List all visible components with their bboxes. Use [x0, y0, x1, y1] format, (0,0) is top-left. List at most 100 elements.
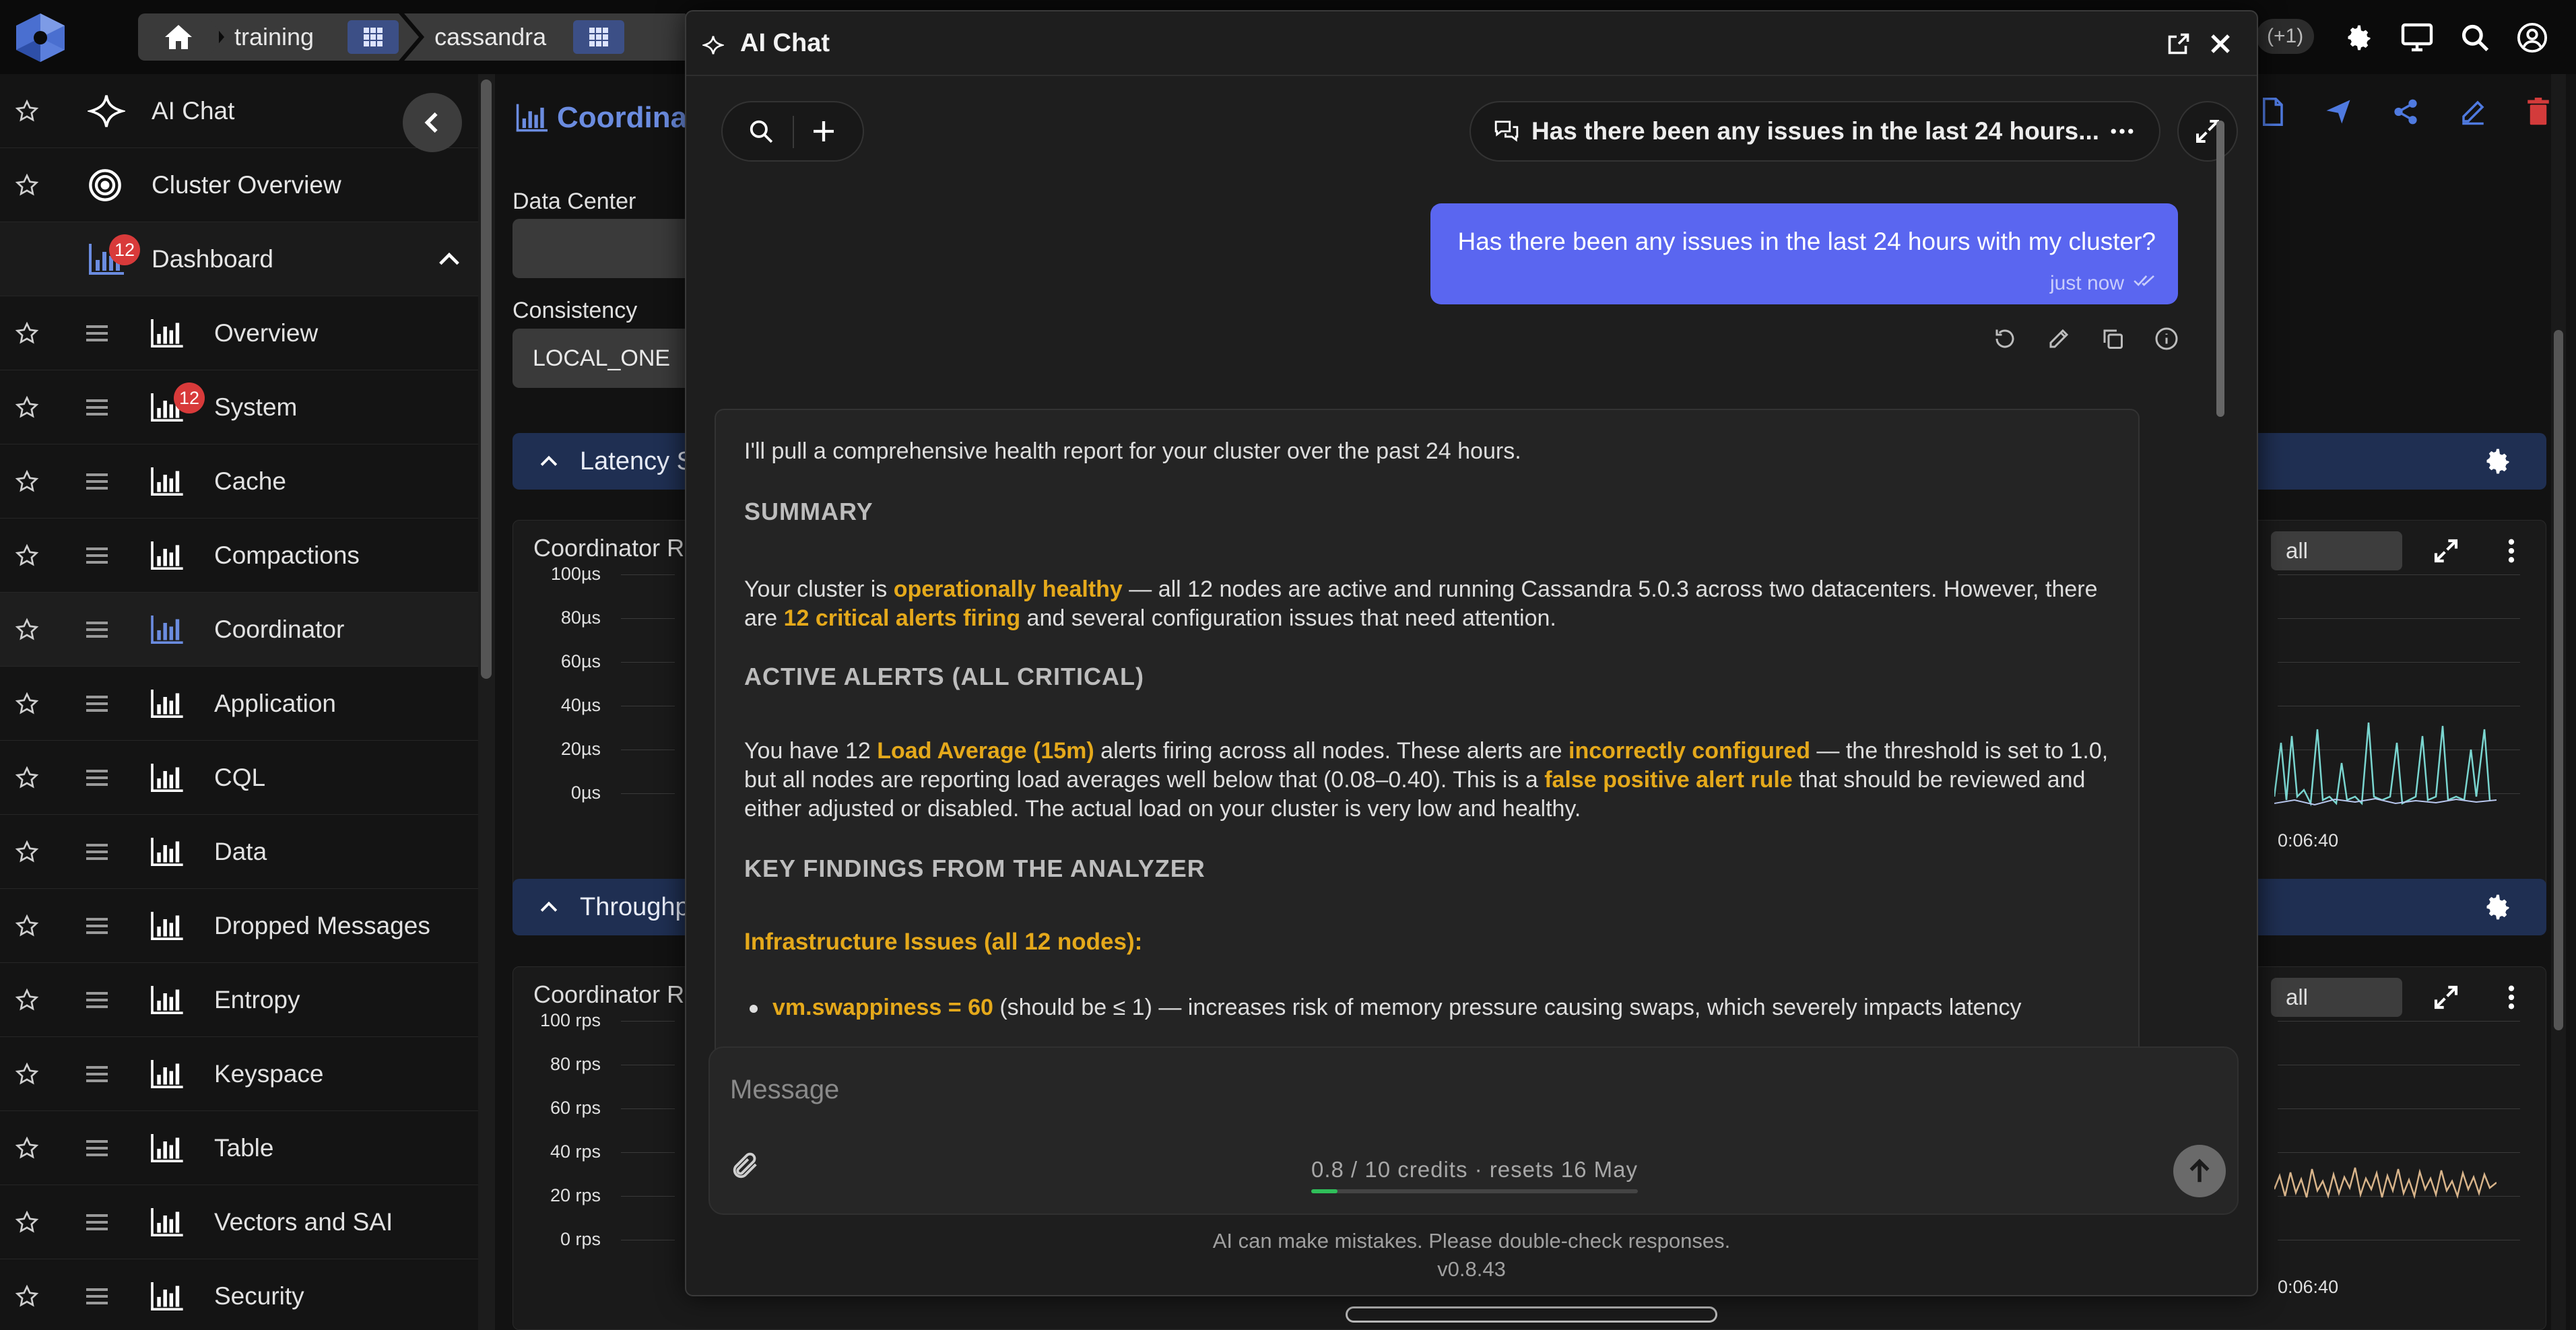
sidebar-item-overview[interactable]: Overview	[0, 296, 478, 370]
sidebar-scrollbar[interactable]	[478, 74, 495, 1330]
drag-handle-icon[interactable]	[86, 399, 108, 415]
grid-menu-button[interactable]	[348, 20, 399, 54]
star-icon[interactable]	[15, 469, 39, 494]
attach-paperclip-icon[interactable]	[730, 1150, 761, 1181]
sidebar-item-dropped-messages[interactable]: Dropped Messages	[0, 889, 478, 963]
pdf-icon[interactable]	[2259, 98, 2285, 126]
star-icon[interactable]	[15, 1062, 39, 1086]
star-icon[interactable]	[15, 395, 39, 420]
gridline	[621, 574, 675, 575]
star-icon[interactable]	[15, 543, 39, 568]
sidebar-item-application[interactable]: Application	[0, 667, 478, 741]
edit-icon[interactable]	[2047, 327, 2071, 351]
star-icon[interactable]	[15, 618, 39, 642]
drag-handle-icon[interactable]	[86, 473, 108, 490]
sidebar-item-table[interactable]: Table	[0, 1111, 478, 1185]
drag-handle-icon[interactable]	[86, 547, 108, 564]
collapse-sidebar-button[interactable]	[403, 93, 462, 152]
series-filter-select[interactable]: all	[2271, 531, 2402, 570]
star-icon[interactable]	[15, 1210, 39, 1234]
more-vertical-icon[interactable]	[2507, 984, 2516, 1011]
gear-icon[interactable]	[2483, 446, 2513, 476]
retry-icon[interactable]	[1993, 327, 2017, 351]
new-chat-plus-icon[interactable]	[810, 118, 837, 145]
star-icon[interactable]	[15, 1136, 39, 1160]
star-icon[interactable]	[15, 1284, 39, 1308]
search-icon[interactable]	[2460, 23, 2490, 53]
drag-handle-icon[interactable]	[86, 1065, 108, 1082]
sidebar-item-ai-chat[interactable]: AI Chat	[0, 74, 478, 152]
sidebar-item-cache[interactable]: Cache	[0, 444, 478, 519]
chevron-up-icon[interactable]	[438, 252, 461, 267]
star-icon[interactable]	[15, 766, 39, 790]
chat-scrollbar[interactable]	[2214, 112, 2227, 1034]
horizontal-scrollbar[interactable]	[1346, 1306, 1717, 1323]
send-icon[interactable]	[2324, 98, 2352, 126]
expand-chat-button[interactable]	[2177, 101, 2238, 162]
share-icon[interactable]	[2391, 98, 2420, 126]
message-input[interactable]	[730, 1069, 1942, 1110]
star-icon[interactable]	[15, 99, 39, 123]
reply-heading-findings: KEY FINDINGS FROM THE ANALYZER	[744, 855, 1206, 882]
more-horizontal-icon[interactable]	[2111, 128, 2134, 135]
scrollbar-thumb[interactable]	[481, 79, 492, 679]
fullscreen-icon[interactable]	[2433, 984, 2459, 1011]
sidebar-item-entropy[interactable]: Entropy	[0, 963, 478, 1037]
drag-handle-icon[interactable]	[86, 769, 108, 786]
app-logo-icon[interactable]	[13, 12, 67, 63]
series-filter-select[interactable]: all	[2271, 978, 2402, 1017]
sidebar-item-cql[interactable]: CQL	[0, 741, 478, 815]
star-icon[interactable]	[15, 988, 39, 1012]
monitor-icon[interactable]	[2401, 23, 2433, 53]
fullscreen-icon[interactable]	[2433, 537, 2459, 564]
more-vertical-icon[interactable]	[2507, 537, 2516, 564]
more-clusters-badge[interactable]: (+1)	[2256, 19, 2315, 54]
scrollbar-thumb[interactable]	[2216, 121, 2224, 417]
star-icon[interactable]	[15, 914, 39, 938]
sidebar-item-dashboard[interactable]: 12 Dashboard	[0, 222, 478, 296]
drag-handle-icon[interactable]	[86, 1213, 108, 1230]
sidebar-item-cluster-overview[interactable]: Cluster Overview	[0, 148, 478, 222]
star-icon[interactable]	[15, 321, 39, 345]
drag-handle-icon[interactable]	[86, 325, 108, 341]
star-icon[interactable]	[15, 840, 39, 864]
drag-handle-icon[interactable]	[86, 843, 108, 860]
drag-handle-icon[interactable]	[86, 695, 108, 712]
home-button[interactable]	[138, 13, 219, 61]
conversation-selector[interactable]: Has there been any issues in the last 24…	[1469, 101, 2160, 162]
sidebar-item-compactions[interactable]: Compactions	[0, 519, 478, 593]
reply-highlight: 12 critical alerts firing	[783, 605, 1021, 631]
sidebar-item-coordinator[interactable]: Coordinator	[0, 593, 478, 667]
sidebar-item-system[interactable]: 12 System	[0, 370, 478, 444]
sidebar-item-keyspace[interactable]: Keyspace	[0, 1037, 478, 1111]
close-icon[interactable]	[2208, 32, 2233, 56]
edit-icon[interactable]	[2459, 98, 2487, 126]
search-icon[interactable]	[748, 119, 774, 144]
info-icon[interactable]	[2154, 327, 2179, 351]
gear-icon[interactable]	[2483, 892, 2513, 922]
gear-icon[interactable]	[2344, 23, 2374, 53]
breadcrumb-cassandra[interactable]: cassandra	[404, 13, 705, 61]
drag-handle-icon[interactable]	[86, 621, 108, 638]
drag-handle-icon[interactable]	[86, 917, 108, 934]
sidebar-item-security[interactable]: Security	[0, 1259, 478, 1330]
drag-handle-icon[interactable]	[86, 1139, 108, 1156]
star-icon[interactable]	[15, 173, 39, 197]
scrollbar-thumb[interactable]	[2554, 330, 2563, 1030]
send-button[interactable]	[2173, 1145, 2226, 1197]
dashboard-scrollbar[interactable]	[2551, 74, 2566, 1330]
star-icon[interactable]	[15, 692, 39, 716]
credits-usage-bar	[1311, 1189, 1638, 1193]
sidebar-item-vectors-and-sai[interactable]: Vectors and SAI	[0, 1185, 478, 1259]
drag-handle-icon[interactable]	[86, 991, 108, 1008]
home-icon	[165, 25, 192, 49]
grid-menu-button[interactable]	[573, 20, 624, 54]
open-external-icon[interactable]	[2167, 32, 2191, 56]
delete-icon[interactable]	[2526, 98, 2550, 126]
reply-highlight: false positive alert rule	[1544, 767, 1793, 793]
sidebar-item-data[interactable]: Data	[0, 815, 478, 889]
user-avatar-icon[interactable]	[2517, 22, 2548, 53]
drag-handle-icon[interactable]	[86, 1288, 108, 1304]
copy-icon[interactable]	[2101, 327, 2125, 351]
breadcrumb-training[interactable]: training	[204, 13, 419, 61]
